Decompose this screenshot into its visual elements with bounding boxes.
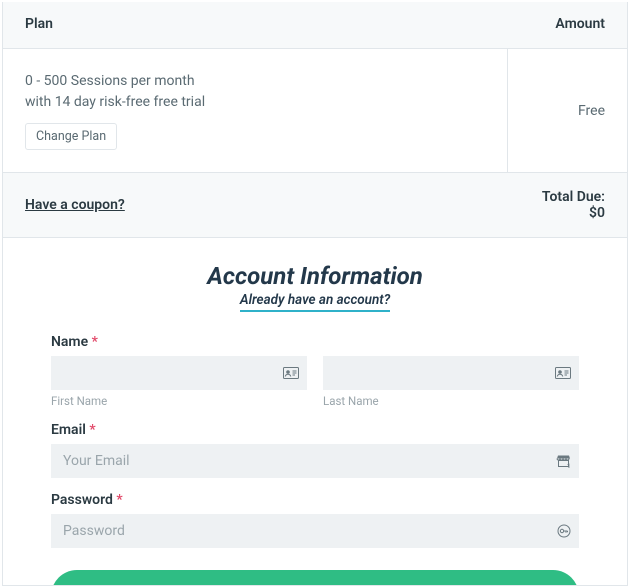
email-input[interactable]	[51, 444, 579, 478]
name-field-group: Name * First Name	[51, 334, 579, 408]
already-have-account-link[interactable]: Already have an account?	[240, 292, 390, 312]
total-due-value: Total Due: $0	[507, 173, 627, 238]
key-icon	[557, 524, 571, 538]
account-information-section: Account Information Already have an acco…	[3, 238, 627, 586]
last-name-input[interactable]	[323, 356, 579, 390]
email-field-group: Email * 1	[51, 422, 579, 478]
email-label: Email *	[51, 422, 579, 438]
id-card-icon	[283, 367, 299, 379]
plan-table-body-row: 0 - 500 Sessions per month with 14 day r…	[3, 49, 627, 173]
name-label: Name *	[51, 334, 579, 350]
first-name-input[interactable]	[51, 356, 307, 390]
plan-table-header: Plan Amount	[3, 2, 627, 49]
start-trial-button[interactable]: Start My Risk-Free Trial Now	[51, 570, 579, 586]
password-label: Password *	[51, 492, 579, 508]
plan-desc-line-1: 0 - 500 Sessions per month	[25, 71, 485, 92]
plan-desc-line-2: with 14 day risk-free free trial	[25, 92, 485, 113]
plan-table-footer: Have a coupon? Total Due: $0	[3, 173, 627, 238]
name-label-text: Name	[51, 334, 88, 350]
password-field-group: Password *	[51, 492, 579, 548]
last-name-sublabel: Last Name	[323, 394, 579, 408]
password-label-text: Password	[51, 492, 113, 508]
plan-header-amount: Amount	[507, 2, 627, 49]
name-required-mark: *	[92, 334, 98, 350]
plan-description-cell: 0 - 500 Sessions per month with 14 day r…	[3, 49, 507, 173]
email-required-mark: *	[89, 422, 95, 438]
svg-text:1: 1	[567, 463, 570, 469]
account-heading: Account Information	[51, 262, 579, 290]
password-required-mark: *	[116, 492, 122, 508]
change-plan-button[interactable]: Change Plan	[25, 123, 117, 150]
store-icon: 1	[556, 454, 571, 469]
email-label-text: Email	[51, 422, 86, 438]
first-name-sublabel: First Name	[51, 394, 307, 408]
password-input[interactable]	[51, 514, 579, 548]
id-card-icon	[555, 367, 571, 379]
plan-amount-cell: Free	[507, 49, 627, 173]
plan-header-plan: Plan	[3, 2, 507, 49]
plan-summary-table: Plan Amount 0 - 500 Sessions per month w…	[3, 2, 627, 238]
coupon-link[interactable]: Have a coupon?	[25, 197, 125, 213]
